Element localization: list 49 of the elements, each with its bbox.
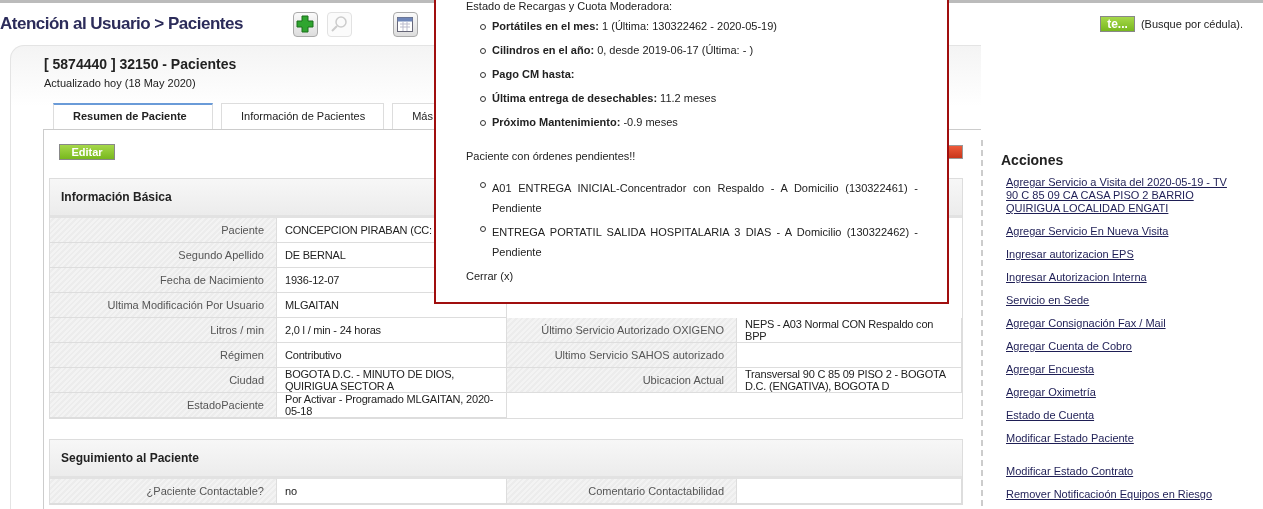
field-value: NEPS - A03 Normal CON Respaldo con BPP: [737, 318, 962, 343]
tab[interactable]: Resumen de Paciente: [53, 103, 213, 129]
action-link[interactable]: Modificar Estado Paciente: [1006, 432, 1242, 445]
field-label: EstadoPaciente: [50, 393, 277, 418]
record-subtitle: Actualizado hoy (18 May 2020): [44, 77, 196, 89]
action-link[interactable]: Estado de Cuenta: [1006, 409, 1242, 422]
action-link[interactable]: Agregar Servicio a Visita del 2020-05-19 - TV 90 C 85 09 CA CASA PISO 2 BARRIO QUIRIGUA LOCALIDAD ENGATI: [1006, 176, 1242, 215]
field-label: Litros / min: [50, 318, 277, 343]
action-link[interactable]: Ingresar Autorizacion Interna: [1006, 271, 1242, 284]
action-link[interactable]: Agregar Consignación Fax / Mail: [1006, 317, 1242, 330]
field-value: Por Activar - Programado MLGAITAN, 2020-05-18: [277, 393, 507, 418]
action-link[interactable]: Remover Notificacioón Equipos en Riesgo: [1006, 488, 1242, 501]
order-item: A01 ENTREGA INICIAL-Concentrador con Respaldo - A Domicilio (130322461) - Pendiente: [492, 181, 918, 216]
orders-heading: Paciente con órdenes pendientes!!: [466, 150, 637, 164]
field-value: no: [277, 479, 507, 504]
stat-item: Última entrega de desechables: 11.2 meses: [492, 92, 717, 105]
field-label: ¿Paciente Contactable?: [50, 479, 277, 504]
action-link[interactable]: Agregar Servicio En Nueva Visita: [1006, 225, 1242, 238]
action-link[interactable]: Ingresar autorizacion EPS: [1006, 248, 1242, 261]
search-hint: (Busque por cédula).: [1140, 18, 1243, 30]
action-link[interactable]: Servicio en Sede: [1006, 294, 1242, 307]
field-label: Fecha de Nacimiento: [50, 268, 277, 293]
stat-item: Cilindros en el año: 0, desde 2019-06-17 (Última: - ): [492, 44, 754, 57]
field-label: Paciente: [50, 218, 277, 243]
stat-item: Portátiles en el mes: 1 (Última: 130322462 - 2020-05-19): [492, 20, 777, 33]
stat-item: Pago CM hasta:: [492, 68, 575, 81]
field-label: Comentario Contactabilidad: [507, 479, 737, 504]
action-link[interactable]: Agregar Oximetría: [1006, 386, 1242, 399]
field-value: 2,0 l / min - 24 horas: [277, 318, 507, 343]
action-link[interactable]: Agregar Encuesta: [1006, 363, 1242, 376]
section-header: Seguimiento al Paciente: [50, 440, 962, 479]
actions-title: Acciones: [1001, 152, 1064, 168]
tab[interactable]: Información de Pacientes: [221, 103, 385, 129]
record-title: [ 5874440 ] 32150 - Pacientes: [44, 56, 237, 72]
field-label: Ultimo Servicio SAHOS autorizado: [507, 343, 737, 368]
field-label: Ultima Modificación Por Usuario: [50, 293, 277, 318]
field-value: Transversal 90 C 85 09 PISO 2 - BOGOTA D.C. (ENGATIVA), BOGOTA D: [737, 368, 962, 393]
popup-heading: Estado de Recargas y Cuota Moderadora:: [466, 0, 674, 14]
field-label: Ubicacion Actual: [507, 368, 737, 393]
field-label: Régimen: [50, 343, 277, 368]
stat-item: Próximo Mantenimiento: -0.9 meses: [492, 116, 678, 129]
action-link[interactable]: Agregar Cuenta de Cobro: [1006, 340, 1242, 353]
field-label: Ciudad: [50, 368, 277, 393]
field-value: BOGOTA D.C. - MINUTO DE DIOS, QUIRIGUA SECTOR A: [277, 368, 507, 393]
action-link[interactable]: Modificar Estado Contrato: [1006, 465, 1242, 478]
page-title: Atención al Usuario > Pacientes: [0, 14, 243, 34]
field-value: Contributivo: [277, 343, 507, 368]
field-label: Segundo Apellido: [50, 243, 277, 268]
field-label: Último Servicio Autorizado OXIGENO: [507, 318, 737, 343]
